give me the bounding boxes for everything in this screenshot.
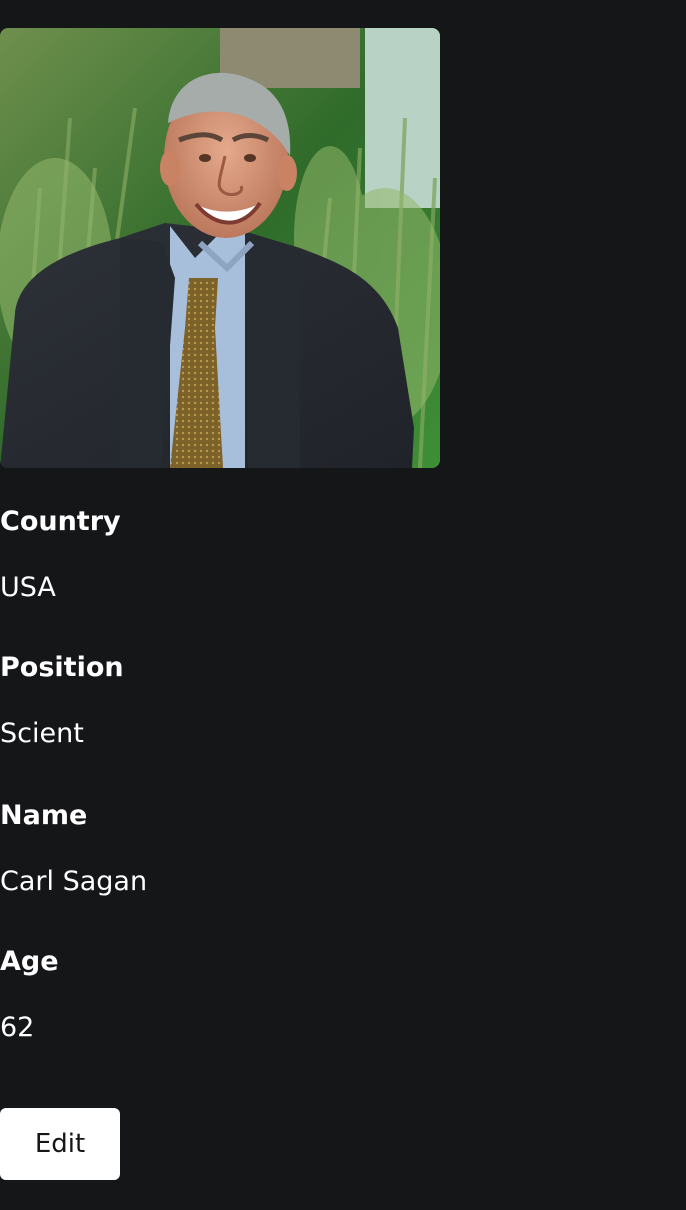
profile-photo	[0, 28, 440, 468]
country-label: Country	[0, 506, 121, 537]
position-value: Scient	[0, 718, 84, 749]
edit-button[interactable]: Edit	[0, 1108, 120, 1180]
age-value: 62	[0, 1012, 35, 1043]
name-value: Carl Sagan	[0, 866, 148, 897]
name-label: Name	[0, 800, 88, 831]
age-label: Age	[0, 946, 59, 977]
portrait-photo-icon	[0, 28, 440, 468]
country-value: USA	[0, 572, 56, 603]
position-label: Position	[0, 652, 124, 683]
